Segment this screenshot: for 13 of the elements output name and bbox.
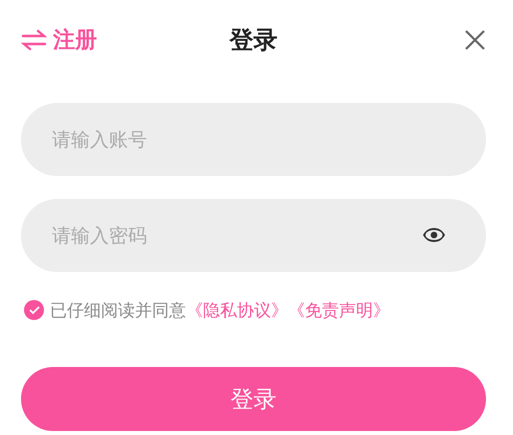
page-title: 登录 — [230, 25, 278, 56]
account-field[interactable]: 请输入账号 — [21, 103, 486, 176]
password-field[interactable]: 请输入密码 — [21, 199, 486, 272]
check-icon — [28, 306, 40, 314]
register-link[interactable]: 注册 — [21, 25, 97, 55]
policy-link[interactable]: 《免责声明》 — [288, 298, 390, 322]
swap-icon — [21, 29, 47, 51]
policy-link[interactable]: 《隐私协议》 — [186, 298, 288, 322]
login-button[interactable]: 登录 — [21, 367, 486, 431]
close-button[interactable] — [464, 29, 486, 51]
agreement-text: 已仔细阅读并同意 — [50, 300, 186, 322]
eye-icon[interactable] — [422, 227, 446, 243]
agree-checkbox[interactable] — [24, 300, 44, 320]
